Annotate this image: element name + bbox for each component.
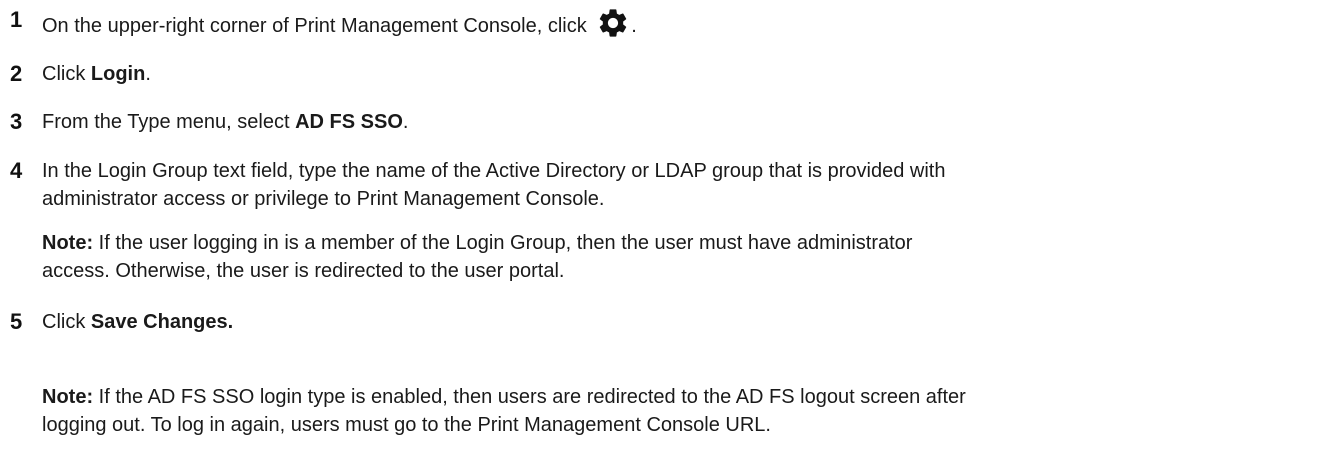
step-number: 5 xyxy=(10,309,23,334)
note-label: Note: xyxy=(42,232,94,254)
note-step-5: Note: If the AD FS SSO login type is ena… xyxy=(42,383,1332,439)
document-page: { "steps": [ { "number": "1", "text_befo… xyxy=(0,0,1338,473)
ui-label-save-changes: Save Changes. xyxy=(90,311,234,333)
step-text-before: From the Type menu, select xyxy=(42,111,296,133)
ui-label-ad-fs-sso: AD FS SSO xyxy=(295,111,403,133)
step-text-after: . xyxy=(145,63,151,85)
step-number: 1 xyxy=(10,7,23,32)
step-number: 2 xyxy=(10,61,23,86)
step-text-line: In the Login Group text field, type the … xyxy=(42,160,946,182)
note-step-4: Note: If the user logging in is a member… xyxy=(42,229,1332,285)
ui-label-login: Login xyxy=(90,63,146,85)
step-text: On the upper-right corner of Print Manag… xyxy=(42,6,1332,40)
step-text-after: . xyxy=(631,15,637,37)
step-number: 4 xyxy=(10,158,23,183)
step-number: 3 xyxy=(10,109,23,134)
step-text: From the Type menu, select AD FS SSO. xyxy=(42,108,1332,136)
note-text: If the user logging in is a member of th… xyxy=(93,232,913,254)
step-text-before: Click xyxy=(42,311,91,333)
note-text: If the AD FS SSO login type is enabled, … xyxy=(93,386,966,408)
gear-icon xyxy=(600,9,627,37)
note-text: access. Otherwise, the user is redirecte… xyxy=(42,260,565,282)
step-text: Click Save Changes. xyxy=(42,308,1332,336)
step-text-before: Click xyxy=(42,63,91,85)
step-text-after: . xyxy=(402,111,409,133)
step-text: In the Login Group text field, type the … xyxy=(42,157,1332,213)
note-text: logging out. To log in again, users must… xyxy=(42,414,771,436)
note-label: Note: xyxy=(42,386,94,408)
step-text-before: On the upper-right corner of Print Manag… xyxy=(42,15,593,37)
step-text: Click Login. xyxy=(42,60,1332,88)
step-text-line: administrator access or privilege to Pri… xyxy=(42,188,605,210)
